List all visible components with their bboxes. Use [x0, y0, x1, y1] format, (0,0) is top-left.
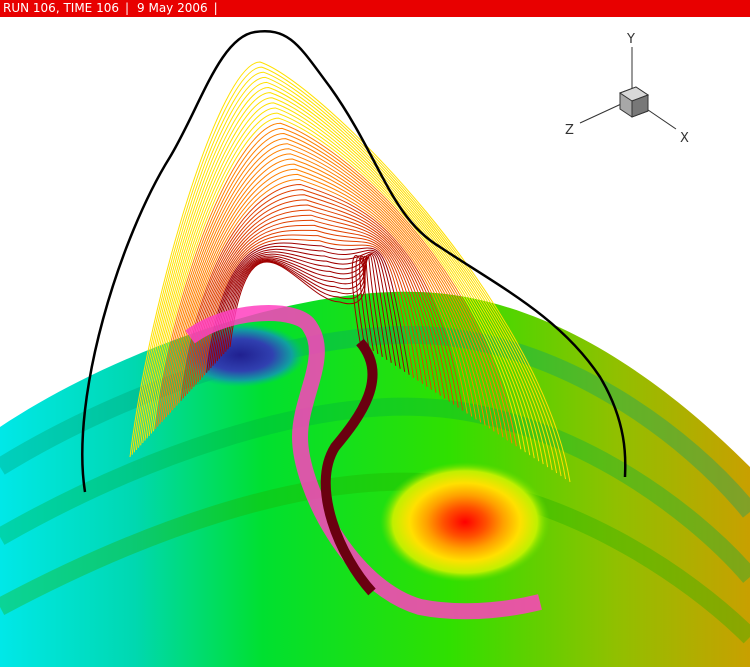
hot-spot: [380, 462, 550, 582]
z-axis-label: Z: [565, 123, 574, 138]
visualization-viewport[interactable]: Y Z X: [0, 17, 750, 667]
x-axis-label: X: [680, 131, 689, 146]
axes-triad: [579, 47, 677, 130]
separator: |: [124, 1, 130, 15]
title-bar: RUN 106, TIME 106 | 9 May 2006 |: [0, 0, 750, 17]
run-label: RUN 106, TIME 106: [3, 1, 119, 15]
date-label: 9 May 2006: [137, 1, 208, 15]
separator: |: [213, 1, 218, 15]
y-axis-label: Y: [626, 32, 635, 47]
